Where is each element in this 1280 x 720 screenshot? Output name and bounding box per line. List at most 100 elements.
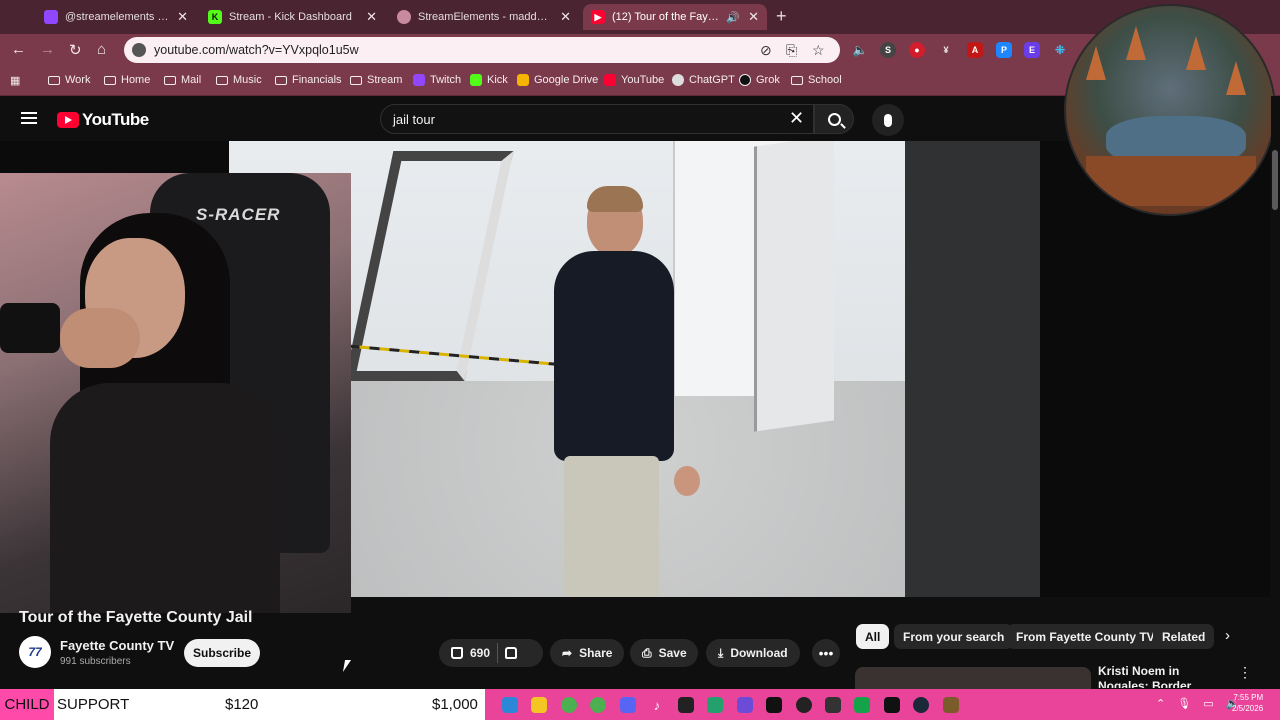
youtube-play-icon <box>57 112 79 128</box>
taskbar-app-icon[interactable] <box>825 697 841 713</box>
taskbar-app-purple-icon[interactable] <box>737 697 753 713</box>
tab-title: Stream - Kick Dashboard <box>229 11 352 23</box>
dislike-thumb-icon[interactable] <box>505 647 518 659</box>
bookmark-label: ChatGPT <box>689 74 735 86</box>
game-app-icon[interactable] <box>943 697 959 713</box>
music-app-icon[interactable]: ♪ <box>649 697 665 713</box>
like-count[interactable]: 690 <box>470 646 490 660</box>
recommended-video-thumbnail[interactable] <box>855 667 1091 689</box>
browser-tab-kick-dashboard[interactable]: K Stream - Kick Dashboard ✕ <box>200 4 385 30</box>
download-button[interactable]: ⤓ Download <box>706 639 800 667</box>
overlay-deck <box>1086 156 1256 206</box>
tab-close-icon[interactable]: ✕ <box>748 9 759 25</box>
share-label: Share <box>579 646 613 660</box>
voice-search-button[interactable] <box>872 104 904 136</box>
chip-all[interactable]: All <box>856 624 890 649</box>
chips-next-chevron-icon[interactable]: › <box>1225 627 1230 644</box>
tray-overflow-chevron-icon[interactable]: ⌃ <box>1156 697 1165 710</box>
obs-icon[interactable] <box>796 697 812 713</box>
extension-p-icon[interactable]: P <box>996 42 1012 58</box>
taskbar-app-green-icon[interactable] <box>707 697 723 713</box>
tray-display-icon[interactable]: ▭ <box>1203 697 1213 710</box>
bookmark-home[interactable]: Home <box>104 74 150 86</box>
more-actions-button[interactable]: ••• <box>812 639 840 667</box>
discord-icon[interactable] <box>620 697 636 713</box>
search-icon <box>827 112 841 126</box>
chrome-icon[interactable] <box>561 697 577 713</box>
browser-tab-streamelements-mention[interactable]: @streamelements mention ✕ <box>36 4 196 30</box>
like-thumb-icon[interactable] <box>451 647 463 659</box>
site-info-icon[interactable] <box>132 43 146 57</box>
tab-close-icon[interactable]: ✕ <box>177 9 188 25</box>
bookmark-youtube[interactable]: YouTube <box>604 74 664 86</box>
bookmark-work[interactable]: Work <box>48 74 90 86</box>
bookmark-music[interactable]: Music <box>216 74 262 86</box>
bookmark-stream[interactable]: Stream <box>350 74 402 86</box>
browser-tab-streamelements[interactable]: StreamElements - maddycoles ✕ <box>389 4 579 30</box>
microphone-icon <box>884 113 892 127</box>
forward-arrow-icon[interactable]: → <box>40 41 55 58</box>
bookmark-twitch[interactable]: Twitch <box>413 74 461 86</box>
search-input[interactable]: jail tour <box>380 104 814 134</box>
youtube-logo[interactable]: YouTube <box>57 110 149 130</box>
browser-tab-youtube-active[interactable]: ▶ (12) Tour of the Fayette Cou 🔊 ✕ <box>583 4 767 30</box>
tab-close-icon[interactable]: ✕ <box>560 9 571 25</box>
reload-icon[interactable]: ↻ <box>69 41 82 59</box>
channel-name[interactable]: Fayette County TV <box>60 638 174 653</box>
chip-from-your-search[interactable]: From your search <box>894 624 1014 649</box>
epic-games-icon[interactable] <box>884 697 900 713</box>
recommended-video-title[interactable]: Kristi Noem in Nogales: Border security … <box>1098 664 1228 688</box>
bookmark-school[interactable]: School <box>791 74 842 86</box>
chatgpt-icon <box>672 74 684 86</box>
search-button[interactable] <box>814 104 854 134</box>
bookmark-grok[interactable]: Grok <box>739 74 780 86</box>
extension-y-icon[interactable]: ¥ <box>938 42 954 58</box>
install-app-icon[interactable]: ⎘ <box>786 42 797 59</box>
chip-related[interactable]: Related <box>1153 624 1215 649</box>
back-arrow-icon[interactable]: ← <box>11 41 26 58</box>
taskbar-app-icon[interactable] <box>854 697 870 713</box>
audio-playing-icon[interactable]: 🔊 <box>726 11 740 24</box>
home-icon[interactable]: ⌂ <box>97 41 106 58</box>
apps-grid-icon[interactable]: ▦ <box>10 74 20 87</box>
address-bar[interactable]: youtube.com/watch?v=YVxpqlo1u5w ⊘ ⎘ ☆ <box>124 37 840 63</box>
bookmark-label: Stream <box>367 74 403 86</box>
chip-from-fayette-county-tv[interactable]: From Fayette County TV <box>1007 624 1164 649</box>
tab-title: StreamElements - maddycoles <box>418 11 552 23</box>
extension-record-icon[interactable]: ● <box>909 42 925 58</box>
recommended-video-menu-icon[interactable]: ⋮ <box>1238 664 1252 681</box>
save-button[interactable]: ⎙ Save <box>630 639 698 667</box>
bookmark-star-icon[interactable]: ☆ <box>812 42 825 59</box>
sound-muted-icon[interactable]: ⊘ <box>760 42 772 59</box>
taskbar-widget-icon[interactable] <box>502 697 518 713</box>
subscribe-button[interactable]: Subscribe <box>184 639 260 667</box>
tab-close-icon[interactable]: ✕ <box>366 9 377 25</box>
channel-avatar[interactable]: 77 <box>19 636 51 668</box>
twitch-icon <box>413 74 425 86</box>
bookmark-kick[interactable]: Kick <box>470 74 508 86</box>
extension-s-icon[interactable]: S <box>880 42 896 58</box>
share-button[interactable]: ➦ Share <box>550 639 624 667</box>
file-explorer-icon[interactable] <box>531 697 547 713</box>
bookmark-financials[interactable]: Financials <box>275 74 342 86</box>
tray-mic-icon[interactable]: 🎙 <box>1177 697 1191 710</box>
adobe-pdf-icon[interactable]: A <box>967 42 983 58</box>
taskbar-clock[interactable]: 7:55 PM 2/5/2026 <box>1232 692 1263 714</box>
google-drive-icon <box>517 74 529 86</box>
clear-search-icon[interactable]: ✕ <box>789 108 804 129</box>
extension-tk-icon[interactable]: ⁜ <box>1052 42 1068 58</box>
bookmark-mail[interactable]: Mail <box>164 74 201 86</box>
bookmark-google-drive[interactable]: Google Drive <box>517 74 598 86</box>
scrollbar-thumb[interactable] <box>1272 150 1278 210</box>
bookmark-chatgpt[interactable]: ChatGPT <box>672 74 735 86</box>
folder-icon <box>104 75 116 85</box>
media-control-icon[interactable]: 🔈 <box>852 42 868 58</box>
taskbar-app-icon[interactable] <box>678 697 694 713</box>
steam-icon[interactable] <box>913 697 929 713</box>
taskbar-app-dark-icon[interactable] <box>766 697 782 713</box>
chrome-profile-icon[interactable] <box>590 697 606 713</box>
menu-hamburger-icon[interactable] <box>21 112 37 124</box>
extension-e-icon[interactable]: E <box>1024 42 1040 58</box>
streamer-hand <box>60 308 140 368</box>
new-tab-button[interactable]: + <box>776 6 787 27</box>
